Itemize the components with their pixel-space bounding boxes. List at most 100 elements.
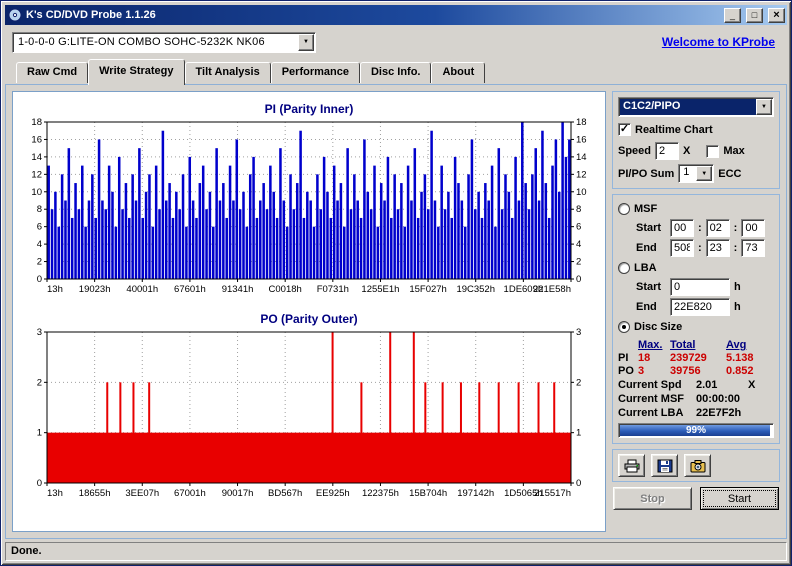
stats-header-total: Total — [670, 339, 726, 351]
lba-start-row: Start h — [636, 278, 774, 296]
save-button[interactable] — [651, 454, 678, 477]
colon-separator: : — [734, 242, 738, 254]
svg-text:122375h: 122375h — [362, 488, 399, 499]
radio-lba[interactable] — [618, 262, 630, 274]
svg-text:C0018h: C0018h — [269, 284, 302, 295]
tab-performance[interactable]: Performance — [271, 62, 360, 83]
start-button[interactable]: Start — [700, 487, 779, 510]
radio-disc-size[interactable] — [618, 321, 630, 333]
colon-separator: : — [698, 242, 702, 254]
stop-button[interactable]: Stop — [613, 487, 692, 510]
maximize-button[interactable]: □ — [746, 8, 763, 23]
chevron-down-icon[interactable]: ▼ — [696, 166, 712, 181]
po-chart-block: PO (Parity Outer) 0011223313h18655h3EE07… — [20, 312, 598, 504]
msf-radio-row[interactable]: MSF — [618, 200, 774, 217]
svg-text:12: 12 — [576, 169, 587, 180]
svg-text:221E58h: 221E58h — [533, 284, 571, 295]
svg-text:40001h: 40001h — [126, 284, 158, 295]
svg-text:2: 2 — [576, 377, 581, 388]
stats-pi-avg: 5.138 — [726, 352, 768, 364]
current-msf-value: 00:00:00 — [696, 393, 748, 405]
tab-write-strategy[interactable]: Write Strategy — [88, 59, 184, 85]
tab-about[interactable]: About — [431, 62, 485, 83]
po-chart: 0011223313h18655h3EE07h67001h90017hBD567… — [20, 327, 598, 499]
chart-type-select[interactable]: C1C2/PIPO ▼ — [618, 97, 774, 117]
current-lba-label: Current LBA — [618, 407, 696, 419]
chevron-down-icon[interactable]: ▼ — [298, 34, 314, 51]
current-lba-value: 22E7F2h — [696, 407, 748, 419]
tab-tilt-analysis[interactable]: Tilt Analysis — [185, 62, 271, 83]
lba-start-input[interactable] — [670, 278, 730, 296]
svg-text:15B704h: 15B704h — [409, 488, 447, 499]
realtime-label: Realtime Chart — [635, 124, 713, 136]
svg-text:EE925h: EE925h — [316, 488, 350, 499]
tab-raw-cmd[interactable]: Raw Cmd — [16, 62, 88, 83]
msf-end-label: End — [636, 242, 666, 254]
disc-size-label: Disc Size — [634, 321, 682, 333]
control-sidebar: C1C2/PIPO ▼ ✓ Realtime Chart Speed X Max… — [612, 91, 780, 532]
tab-disc-info[interactable]: Disc Info. — [360, 62, 432, 83]
disc-size-radio-row[interactable]: Disc Size — [618, 318, 774, 335]
chevron-down-icon[interactable]: ▼ — [756, 99, 772, 115]
msf-end-sec[interactable] — [706, 239, 730, 257]
realtime-chart-option[interactable]: ✓ Realtime Chart — [618, 121, 774, 138]
max-label: Max — [723, 145, 744, 157]
print-button[interactable] — [618, 454, 645, 477]
svg-text:6: 6 — [37, 222, 42, 233]
svg-text:14: 14 — [31, 152, 42, 163]
svg-text:6: 6 — [576, 222, 581, 233]
radio-msf[interactable] — [618, 203, 630, 215]
pi-chart-title: PI (Parity Inner) — [20, 102, 598, 116]
range-group: MSF Start : : End : : — [612, 194, 780, 444]
pipo-sum-select[interactable]: 1 ▼ — [678, 164, 714, 183]
chart-type-value: C1C2/PIPO — [620, 99, 756, 115]
pipo-sum-value: 1 — [680, 166, 696, 181]
stats-header-avg: Avg — [726, 339, 768, 351]
svg-text:4: 4 — [576, 239, 581, 250]
lba-end-input[interactable] — [670, 298, 730, 316]
current-msf-row: Current MSF 00:00:00 — [618, 393, 774, 405]
welcome-link[interactable]: Welcome to KProbe — [662, 35, 775, 49]
titlebar[interactable]: K's CD/DVD Probe 1.1.26 _ □ × — [5, 5, 787, 25]
close-button[interactable]: × — [768, 8, 785, 23]
printer-icon — [624, 459, 640, 473]
realtime-checkbox[interactable]: ✓ — [618, 123, 631, 136]
po-chart-title: PO (Parity Outer) — [20, 312, 598, 326]
msf-start-row: Start : : — [636, 219, 774, 237]
msf-start-frame[interactable] — [741, 219, 765, 237]
svg-text:2: 2 — [576, 257, 581, 268]
lba-start-unit: h — [734, 281, 741, 293]
minimize-button[interactable]: _ — [724, 8, 741, 23]
svg-text:1255E1h: 1255E1h — [361, 284, 399, 295]
write-strategy-page: PI (Parity Inner) 0022446688101012121414… — [5, 84, 787, 539]
drive-select[interactable]: 1-0-0-0 G:LITE-ON COMBO SOHC-5232K NK06 … — [12, 32, 316, 53]
current-spd-unit: X — [748, 379, 774, 391]
svg-text:F0731h: F0731h — [317, 284, 349, 295]
msf-end-frame[interactable] — [741, 239, 765, 257]
max-checkbox[interactable] — [706, 145, 719, 158]
stats-po-avg: 0.852 — [726, 365, 768, 377]
svg-text:13h: 13h — [47, 284, 63, 295]
stats-row-po-name: PO — [618, 365, 638, 377]
svg-text:1: 1 — [37, 428, 42, 439]
charts-panel: PI (Parity Inner) 0022446688101012121414… — [12, 91, 606, 532]
action-tray — [612, 449, 780, 482]
speed-input[interactable] — [655, 142, 679, 160]
app-window: K's CD/DVD Probe 1.1.26 _ □ × 1-0-0-0 G:… — [0, 0, 792, 566]
svg-text:0: 0 — [576, 274, 581, 285]
speed-unit: X — [683, 145, 690, 157]
msf-start-sec[interactable] — [706, 219, 730, 237]
progress-label: 99% — [619, 424, 773, 437]
svg-text:BD567h: BD567h — [268, 488, 302, 499]
svg-text:8: 8 — [576, 204, 581, 215]
lba-end-unit: h — [734, 301, 741, 313]
stats-table: Max. Total Avg PI 18 239729 5.138 PO 3 3… — [618, 339, 774, 377]
snapshot-button[interactable] — [684, 454, 711, 477]
msf-end-min[interactable] — [670, 239, 694, 257]
msf-start-min[interactable] — [670, 219, 694, 237]
lba-radio-row[interactable]: LBA — [618, 259, 774, 276]
stats-pi-total: 239729 — [670, 352, 726, 364]
svg-text:2: 2 — [37, 377, 42, 388]
window-title: K's CD/DVD Probe 1.1.26 — [26, 9, 719, 21]
lba-start-label: Start — [636, 281, 666, 293]
